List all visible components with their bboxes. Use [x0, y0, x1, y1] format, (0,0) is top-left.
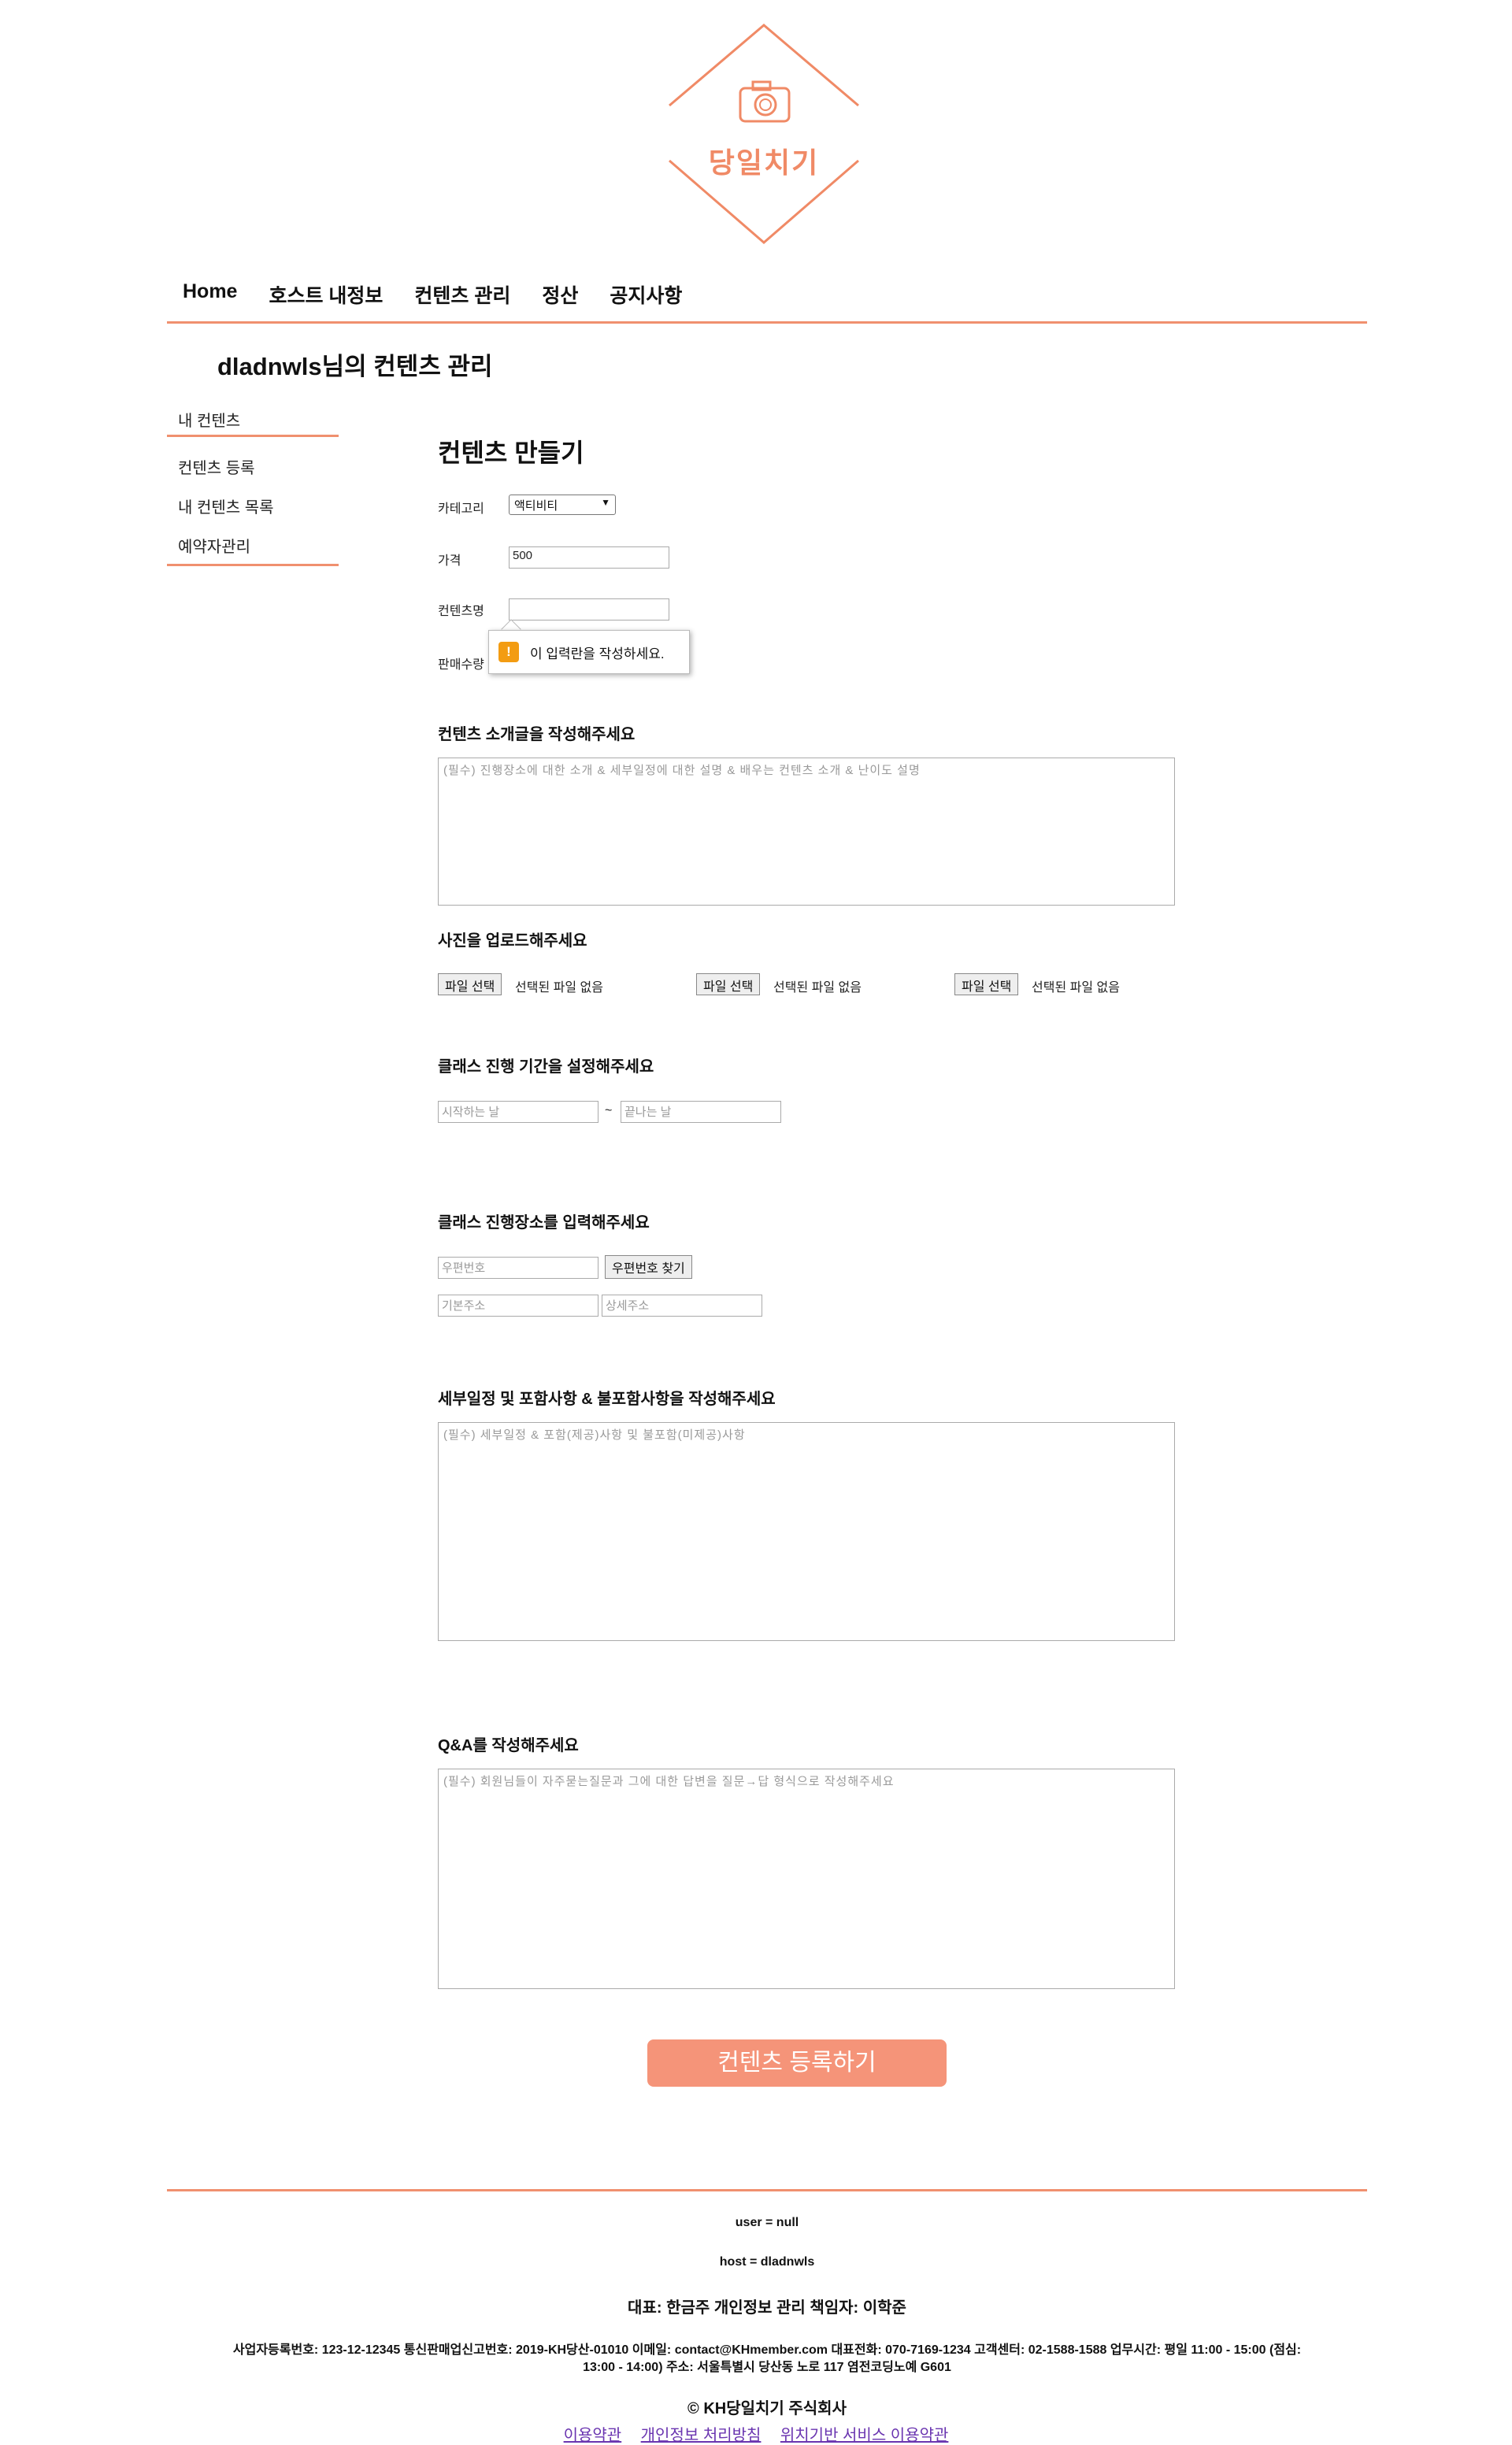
qa-textarea[interactable]: (필수) 회원님들이 자주묻는질문과 그에 대한 답변을 질문→답 형식으로 작…: [438, 1769, 1175, 1989]
price-label: 가격: [438, 554, 461, 568]
photo-title: 사진을 업로드해주세요: [438, 932, 587, 950]
camera-icon: [739, 80, 791, 123]
logo-text: 당일치기: [708, 146, 820, 179]
end-date-input[interactable]: 끝나는 날: [621, 1101, 781, 1123]
nav-settlement[interactable]: 정산: [542, 280, 578, 309]
footer-ceo: 대표: 한금주 개인정보 관리 책임자: 이학준: [628, 2299, 906, 2317]
footer-info-2: 13:00 - 14:00) 주소: 서울특별시 당산동 노로 117 염전코딩…: [583, 2361, 951, 2374]
register-content-button[interactable]: 컨텐츠 등록하기: [647, 2039, 947, 2087]
intro-textarea[interactable]: (필수) 진행장소에 대한 소개 & 세부일정에 대한 설명 & 배우는 컨텐츠…: [438, 758, 1175, 906]
file-select-button-3[interactable]: 파일 선택: [954, 973, 1019, 995]
page-title: dladnwls님의 컨텐츠 관리: [217, 353, 493, 380]
sidebar-item-register[interactable]: 컨텐츠 등록: [178, 455, 255, 478]
file-select-button-2[interactable]: 파일 선택: [696, 973, 761, 995]
nav-divider: [167, 321, 1367, 324]
sidebar-item-list[interactable]: 내 컨텐츠 목록: [178, 495, 274, 517]
start-date-input[interactable]: 시작하는 날: [438, 1101, 598, 1123]
address-detail-input[interactable]: 상세주소: [602, 1295, 762, 1317]
detail-textarea[interactable]: (필수) 세부일정 & 포함(제공)사항 및 불포함(미제공)사항: [438, 1422, 1175, 1641]
nav-content-manage[interactable]: 컨텐츠 관리: [414, 280, 510, 309]
footer-user: user = null: [735, 2216, 799, 2229]
nav-notice[interactable]: 공지사항: [610, 280, 682, 309]
nav-host-info[interactable]: 호스트 내정보: [269, 280, 383, 309]
price-input[interactable]: 500: [509, 546, 669, 569]
category-select[interactable]: 액티비티 ▼: [509, 495, 616, 515]
date-tilde: ~: [605, 1104, 613, 1117]
logo-diamond: [669, 24, 859, 244]
location-terms-link[interactable]: 위치기반 서비스 이용약관: [780, 2427, 949, 2444]
file-select-button-1[interactable]: 파일 선택: [438, 973, 502, 995]
footer-host: host = dladnwls: [719, 2255, 815, 2269]
file-status-1: 선택된 파일 없음: [515, 981, 603, 995]
category-value: 액티비티: [514, 499, 558, 513]
sidebar-divider: [167, 435, 339, 437]
footer-divider: [167, 2189, 1367, 2191]
logo[interactable]: 당일치기: [663, 22, 865, 247]
chevron-down-icon: ▼: [601, 497, 610, 508]
nav-home[interactable]: Home: [183, 280, 237, 309]
file-status-3: 선택된 파일 없음: [1032, 981, 1120, 995]
find-zipcode-button[interactable]: 우편번호 찾기: [605, 1255, 692, 1279]
sidebar-item-reservations[interactable]: 예약자관리: [178, 534, 250, 557]
validation-tooltip: ! 이 입력란을 작성하세요.: [488, 630, 690, 674]
tooltip-text: 이 입력란을 작성하세요.: [530, 646, 665, 661]
terms-link[interactable]: 이용약관: [564, 2427, 622, 2444]
quantity-label: 판매수량: [438, 658, 484, 672]
address-input[interactable]: 기본주소: [438, 1295, 598, 1317]
zipcode-input[interactable]: 우편번호: [438, 1257, 598, 1279]
sidebar-divider: [167, 564, 339, 566]
content-name-input[interactable]: [509, 598, 669, 621]
category-label: 카테고리: [438, 502, 484, 516]
privacy-link[interactable]: 개인정보 처리방침: [641, 2427, 762, 2444]
warning-icon: !: [498, 642, 519, 662]
qa-title: Q&A를 작성해주세요: [438, 1737, 579, 1754]
detail-title: 세부일정 및 포함사항 & 불포함사항을 작성해주세요: [438, 1391, 776, 1408]
intro-title: 컨텐츠 소개글을 작성해주세요: [438, 726, 636, 743]
sidebar-item-my-content[interactable]: 내 컨텐츠: [178, 408, 240, 431]
file-status-2: 선택된 파일 없음: [773, 981, 862, 995]
footer-copyright: © KH당일치기 주식회사: [687, 2400, 847, 2417]
content-name-label: 컨텐츠명: [438, 605, 484, 618]
main-nav: Home 호스트 내정보 컨텐츠 관리 정산 공지사항: [183, 280, 713, 309]
place-title: 클래스 진행장소를 입력해주세요: [438, 1214, 650, 1232]
period-title: 클래스 진행 기간을 설정해주세요: [438, 1058, 654, 1076]
footer-info-1: 사업자등록번호: 123-12-12345 통신판매업신고번호: 2019-KH…: [232, 2343, 1302, 2357]
form-title: 컨텐츠 만들기: [438, 439, 584, 467]
